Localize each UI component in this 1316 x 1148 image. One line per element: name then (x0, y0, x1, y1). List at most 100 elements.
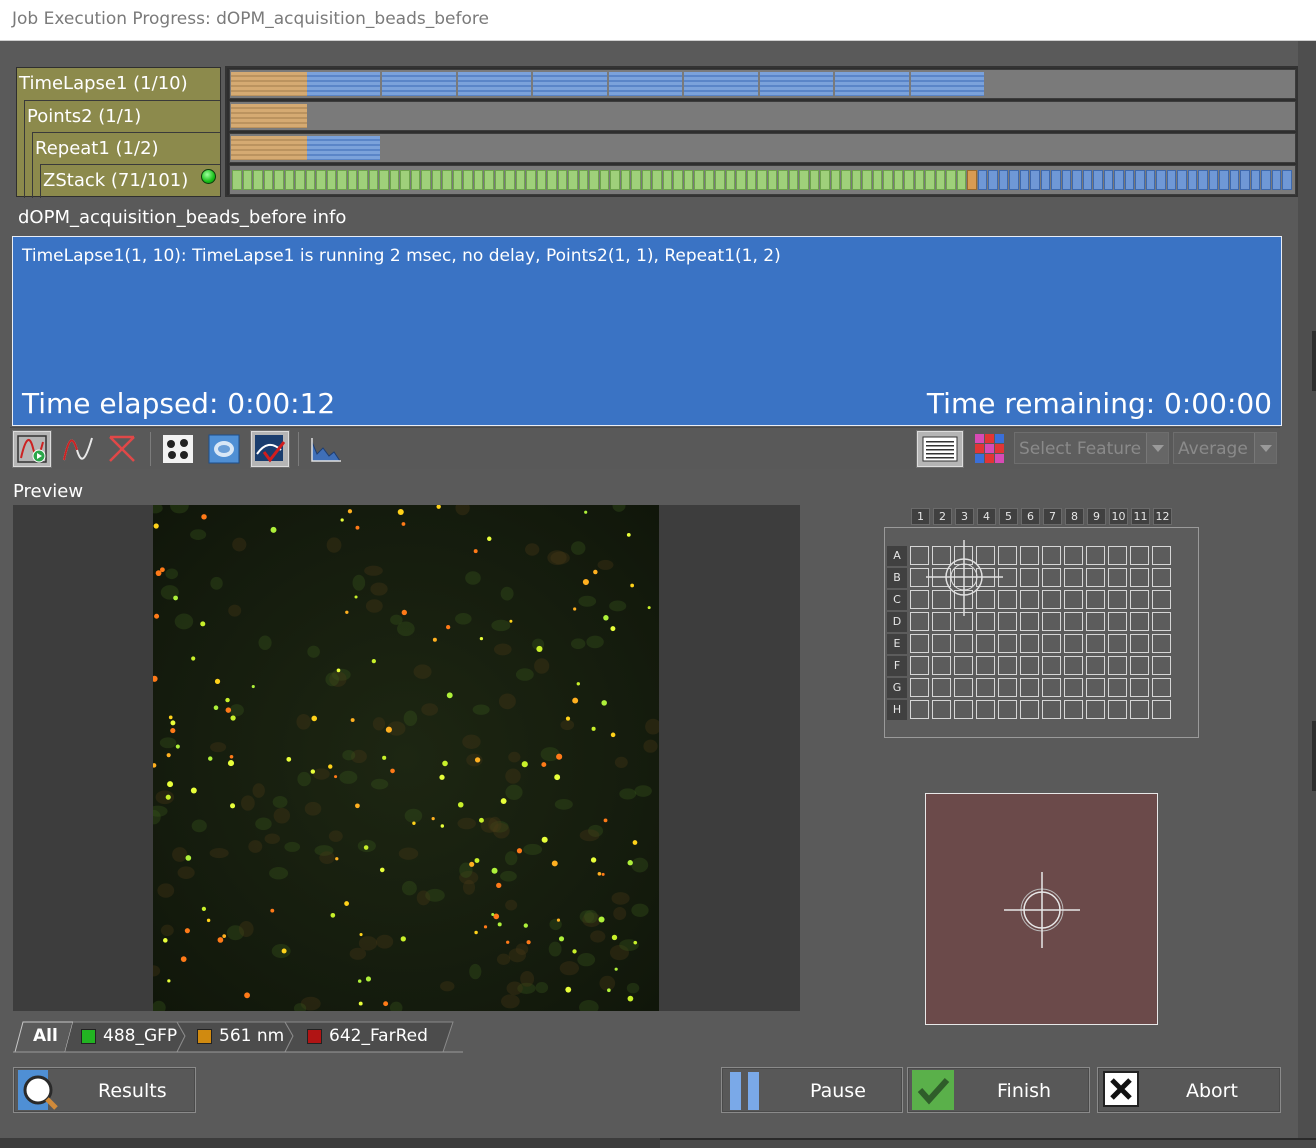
bead (163, 938, 168, 943)
bead-glow (599, 975, 616, 991)
tree-item-timelapse[interactable]: TimeLapse1 (1/10) (17, 68, 220, 100)
bead (251, 684, 255, 689)
toolbar: Select Feature Average (10, 427, 1280, 469)
bead-glow (534, 658, 550, 674)
bead-glow (209, 847, 229, 859)
bead (383, 1001, 389, 1007)
bead-glow (455, 500, 470, 516)
bead (286, 756, 292, 762)
bead (270, 908, 275, 913)
finish-button[interactable]: Finish (907, 1067, 1090, 1113)
zstack-done-slice (442, 170, 452, 190)
bead-glow (578, 595, 597, 607)
zstack-done-slice (253, 170, 263, 190)
bead (632, 840, 638, 845)
results-label: Results (98, 1080, 167, 1102)
zstack-done-slice (862, 170, 872, 190)
bead (365, 976, 371, 982)
dots-icon[interactable] (158, 430, 198, 468)
zstack-done-slice (652, 170, 662, 190)
zstack-done-slice (725, 170, 736, 190)
select-feature-dropdown[interactable]: Select Feature (1014, 432, 1169, 464)
average-dropdown[interactable]: Average (1173, 432, 1277, 464)
tree-item-zstack[interactable]: ZStack (71/101) (41, 164, 220, 196)
tree-item-label: ZStack (71/101) (43, 170, 189, 191)
bead (582, 578, 589, 586)
bead-glow (612, 499, 626, 512)
bead (357, 979, 362, 983)
abort-button[interactable]: Abort (1097, 1067, 1281, 1113)
bead (556, 753, 563, 760)
bead (483, 925, 488, 929)
bead (607, 988, 611, 993)
checked-image-icon[interactable] (250, 430, 290, 468)
bead (573, 607, 577, 611)
bead-glow (548, 941, 562, 957)
bead (166, 753, 171, 758)
bead (382, 755, 387, 760)
curve-icon[interactable] (58, 430, 98, 468)
zstack-done-slice (589, 170, 599, 190)
well-plate-map[interactable]: 1 2 3 4 5 6 7 8 9 10 11 12 A B C D E F G H (884, 508, 1199, 738)
zstack-pending-slice (988, 170, 998, 190)
tab-561-nm[interactable]: 561 nm (195, 1021, 291, 1052)
zstack-done-slice (799, 170, 809, 190)
bead (225, 697, 230, 703)
zstack-done-slice (547, 170, 557, 190)
bead-glow (342, 749, 356, 761)
tab-label: 561 nm (219, 1026, 285, 1046)
bead-glow (584, 909, 598, 924)
zstack-done-slice (557, 170, 568, 190)
info-title: dOPM_acquisition_beads_before info (18, 207, 347, 228)
zstack-pending-slice (1135, 170, 1145, 190)
bead-glow (370, 778, 389, 790)
bead (229, 754, 234, 759)
bead-glow (145, 965, 161, 977)
chevron-down-icon (1146, 433, 1168, 463)
bead (627, 995, 634, 1002)
tree-item-points[interactable]: Points2 (1/1) (25, 100, 220, 132)
channel-color-swatch (307, 1029, 322, 1044)
bead (185, 855, 192, 861)
tree-item-repeat[interactable]: Repeat1 (1/2) (33, 132, 220, 164)
bead-glow (626, 982, 640, 994)
zstack-done-slice (893, 170, 904, 190)
zstack-done-slice (925, 170, 935, 190)
tab-all[interactable]: All (27, 1021, 67, 1052)
live-graph-icon[interactable] (12, 430, 52, 468)
bead (230, 715, 236, 721)
bead-glow (389, 1001, 403, 1015)
results-button[interactable]: Results (13, 1067, 196, 1113)
pause-button[interactable]: Pause (721, 1067, 903, 1113)
histogram-icon[interactable] (306, 430, 346, 468)
bead-glow (238, 920, 254, 937)
bead (479, 636, 484, 641)
zstack-done-slice (851, 170, 862, 190)
bead-glow (210, 742, 227, 753)
bead-glow (165, 568, 179, 580)
well-plate-icon[interactable] (916, 430, 964, 468)
tab-488-gfp[interactable]: 488_GFP (79, 1021, 179, 1052)
bead-glow (523, 843, 543, 856)
bead-glow (540, 747, 560, 762)
blob-icon[interactable] (204, 430, 244, 468)
zstack-pending-slice (1282, 170, 1292, 190)
zstack-done-slice (610, 170, 620, 190)
bead (554, 774, 561, 781)
bead (536, 645, 543, 652)
zstack-done-slice (946, 170, 956, 190)
stage-position-view[interactable] (925, 793, 1158, 1025)
bead-glow (505, 784, 523, 800)
bead (497, 922, 502, 927)
bead (590, 857, 597, 863)
color-grid-icon[interactable] (970, 430, 1010, 468)
bead-glow (645, 718, 662, 735)
bead (572, 949, 577, 954)
bead (344, 901, 350, 906)
cross-curve-icon[interactable] (102, 430, 142, 468)
tab-642-farred[interactable]: 642_FarRed (305, 1021, 445, 1052)
pause-icon (730, 1072, 759, 1110)
bead-glow (232, 537, 247, 552)
bead-glow (634, 785, 652, 797)
zstack-done-slice (400, 170, 410, 190)
